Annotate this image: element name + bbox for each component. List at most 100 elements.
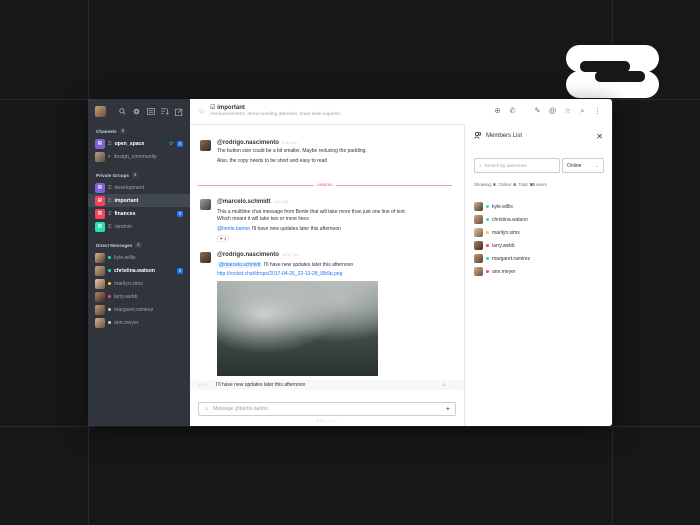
- hashtag-icon: #: [108, 154, 111, 159]
- sidebar-item-important[interactable]: R ⚿ important: [88, 194, 190, 207]
- message-text: Which meant it will take two or more lin…: [217, 216, 309, 222]
- attached-image[interactable]: [217, 281, 378, 376]
- dm-item-ann-meyer[interactable]: ann.meyer: [88, 316, 190, 329]
- status-dot: [486, 218, 489, 221]
- lock-icon: ☑: [210, 105, 216, 111]
- call-icon[interactable]: ✆: [508, 106, 517, 116]
- sidebar-item-development[interactable]: R ⚿ development: [88, 181, 190, 194]
- sort-icon[interactable]: [160, 107, 169, 116]
- discussion-icon[interactable]: ⊕: [493, 106, 502, 116]
- directory-icon[interactable]: [132, 107, 141, 116]
- app-window: Channels 6 R ⚿ open_space ⟳ 4 # design_communi…: [88, 99, 612, 426]
- mention-link[interactable]: @bertie.barton: [217, 226, 250, 232]
- mention-link[interactable]: @marcelo.schmidt: [217, 262, 263, 268]
- section-count: 6: [119, 128, 127, 134]
- emoji-icon[interactable]: ☺: [204, 406, 209, 412]
- member-item[interactable]: ann.meyer: [474, 265, 604, 278]
- add-reaction-icon[interactable]: ☺: [442, 382, 447, 388]
- avatar[interactable]: [200, 140, 211, 151]
- attachment-link[interactable]: http://rocket.chat/drops/2017-04-26_22-1…: [217, 271, 455, 278]
- member-list: kyle.willis christina.watson marilyn.sims l…: [474, 200, 604, 278]
- dm-item-label: margaret.ramirez: [114, 306, 154, 313]
- avatar[interactable]: [200, 199, 211, 210]
- lock-icon: ⚿: [108, 211, 112, 216]
- kebab-menu-icon[interactable]: ⋮: [593, 106, 602, 116]
- attachment-icon[interactable]: ✎: [533, 106, 542, 116]
- view-mode-icon[interactable]: [146, 107, 155, 116]
- unread-badge: 3: [176, 210, 183, 217]
- search-icon: ⌕: [479, 163, 482, 168]
- room-avatar: R: [95, 138, 105, 149]
- member-item[interactable]: christina.watson: [474, 213, 604, 226]
- sequential-message: 10:17 I'll have new updates later this a…: [190, 380, 464, 390]
- search-icon[interactable]: ⌕: [578, 106, 587, 116]
- mentions-icon[interactable]: @: [548, 106, 557, 116]
- lock-icon: ⚿: [108, 198, 112, 203]
- dm-item-label: kyle.willis: [114, 254, 136, 261]
- sidebar-item-finances[interactable]: R ⚿ finances 3: [88, 207, 190, 220]
- avatar: [474, 215, 483, 224]
- dm-item-marilyn-sims[interactable]: marilyn.sims: [88, 277, 190, 290]
- status-dot: [108, 256, 111, 259]
- message: @marcelo.schmidt 9:01 AM This a multiline…: [200, 199, 455, 242]
- message-author[interactable]: @rodrigo.nascimento: [217, 252, 279, 258]
- member-item[interactable]: margaret.ramirez: [474, 252, 604, 265]
- message-time: 10:17 AM: [281, 252, 299, 257]
- room-avatar: R: [95, 221, 105, 232]
- sidebar-item-label: development: [114, 184, 145, 191]
- status-dot: [108, 308, 111, 311]
- create-new-icon[interactable]: [174, 107, 183, 116]
- member-name: marilyn.sims: [492, 229, 520, 236]
- room-avatar: R: [95, 195, 105, 206]
- room-title-text: important: [217, 105, 245, 111]
- member-name: ann.meyer: [492, 268, 516, 275]
- chat-main: ☆ ☑ important Announcements, items needi…: [190, 99, 464, 426]
- sidebar-item-label: open_space: [114, 140, 145, 147]
- favorite-star-icon[interactable]: ☆: [198, 107, 205, 116]
- kebab-menu-icon[interactable]: ⋮: [451, 382, 456, 388]
- unread-label: UNREAD: [316, 183, 334, 187]
- status-dot: [486, 244, 489, 247]
- message: @rodrigo.nascimento 9:00 AM The button si…: [200, 140, 455, 165]
- member-item[interactable]: marilyn.sims: [474, 226, 604, 239]
- message-text: I'll have new updates later this afterno…: [216, 382, 306, 388]
- lock-icon: ⚿: [108, 224, 112, 229]
- status-dot: [486, 231, 489, 234]
- message-composer[interactable]: ☺ Message @bertie.barton +: [198, 402, 456, 416]
- status-filter-value: Online: [567, 162, 582, 169]
- star-icon[interactable]: ☆: [563, 106, 572, 116]
- sidebar-item-design-community[interactable]: # design_community: [88, 150, 190, 163]
- sidebar-item-random[interactable]: R ⚿ random: [88, 220, 190, 233]
- sidebar-item-open-space[interactable]: R ⚿ open_space ⟳ 4: [88, 137, 190, 150]
- search-icon[interactable]: [118, 107, 127, 116]
- member-item[interactable]: kyle.willis: [474, 200, 604, 213]
- members-header: Members List ✕: [465, 125, 612, 147]
- dm-item-larry-webb[interactable]: larry.webb: [88, 290, 190, 303]
- unread-badge: 4: [176, 140, 183, 147]
- room-header: ☆ ☑ important Announcements, items needi…: [190, 99, 464, 125]
- thread-icon: ⚿: [108, 141, 112, 146]
- dm-item-margaret-ramirez[interactable]: margaret.ramirez: [88, 303, 190, 316]
- message-text: @bertie.barton I'll have new updates lat…: [217, 226, 455, 233]
- member-name: kyle.willis: [492, 203, 513, 210]
- dm-item-christina-watson[interactable]: christina.watson 4: [88, 264, 190, 277]
- member-name: christina.watson: [492, 216, 528, 223]
- message-time: 9:00 AM: [281, 140, 297, 145]
- member-search-input[interactable]: ⌕ Search by username: [474, 158, 560, 173]
- message-text: The button size could be a bit smaller. …: [217, 148, 367, 154]
- reaction-heart[interactable]: ♥ 1: [217, 235, 230, 242]
- member-item[interactable]: larry.webb: [474, 239, 604, 252]
- plus-icon[interactable]: +: [446, 406, 450, 413]
- room-avatar: [95, 151, 105, 162]
- close-icon[interactable]: ✕: [596, 132, 603, 141]
- message-time: 10:17: [198, 383, 208, 387]
- dm-item-kyle-willis[interactable]: kyle.willis: [88, 251, 190, 264]
- message-author[interactable]: @marcelo.schmidt: [217, 199, 271, 205]
- member-name: margaret.ramirez: [492, 255, 531, 262]
- avatar[interactable]: [200, 252, 211, 263]
- avatar: [474, 254, 483, 263]
- message-author[interactable]: @rodrigo.nascimento: [217, 140, 279, 146]
- status-filter-select[interactable]: Online ⌄: [562, 158, 604, 173]
- user-avatar[interactable]: [95, 106, 106, 117]
- section-title: Direct Messages: [96, 242, 133, 248]
